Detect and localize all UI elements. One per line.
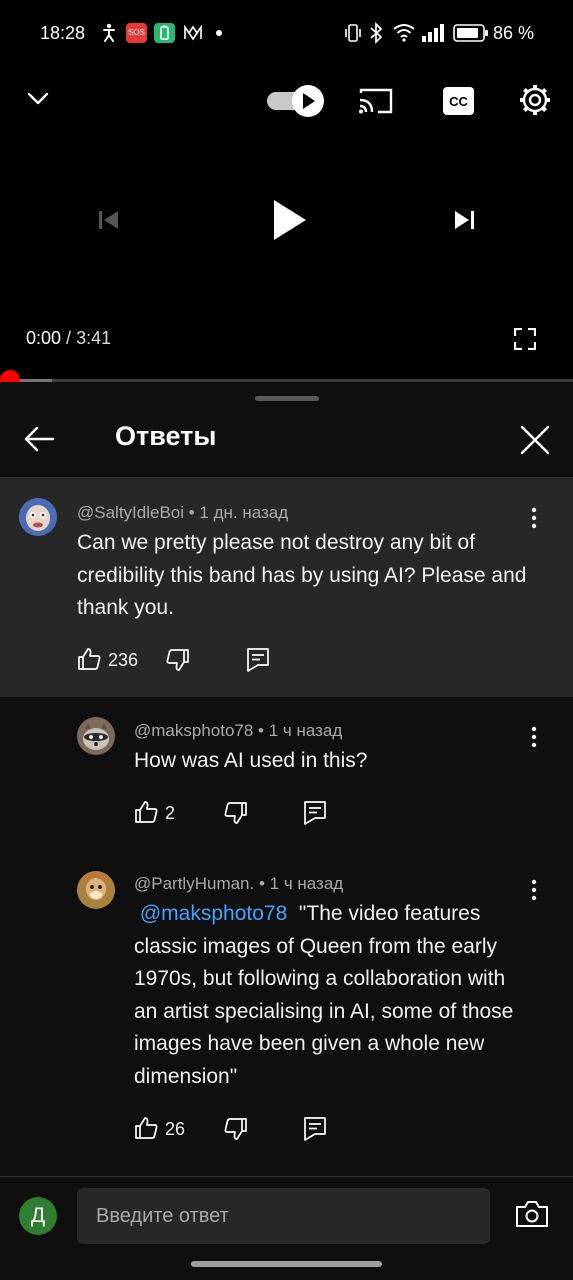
battery-icon xyxy=(453,24,489,42)
comment-author[interactable]: @SaltyIdleBoi xyxy=(77,503,184,522)
comment-text: Can we pretty please not destroy any bit… xyxy=(77,531,527,619)
time-separator: / xyxy=(61,328,77,348)
dot-icon xyxy=(216,30,222,36)
camera-icon[interactable] xyxy=(515,1200,549,1228)
comment-author-line: @maksphoto78 • 1 ч назад xyxy=(134,721,342,741)
back-arrow-icon[interactable] xyxy=(23,425,55,453)
signal-icon xyxy=(421,23,445,42)
comment-author[interactable]: @maksphoto78 xyxy=(134,721,253,740)
comment-body: "The video features classic images of Qu… xyxy=(134,902,514,1088)
vibrate-icon xyxy=(344,23,362,43)
accessibility-icon xyxy=(101,23,117,43)
battery-saver-icon xyxy=(154,23,175,43)
close-icon[interactable] xyxy=(520,425,550,455)
thumbs-down-icon[interactable] xyxy=(166,648,190,672)
duration: 3:41 xyxy=(76,328,112,348)
more-vert-icon[interactable] xyxy=(531,507,537,529)
reply-icon[interactable] xyxy=(304,801,326,825)
wifi-icon xyxy=(392,22,416,42)
panel-title: Ответы xyxy=(115,421,217,451)
replies-panel: Ответы @SaltyIdleBoi • 1 дн. назад Can w… xyxy=(0,382,573,1280)
reply-input[interactable]: Введите ответ xyxy=(77,1188,490,1244)
avatar[interactable] xyxy=(77,717,115,755)
like-count: 236 xyxy=(108,650,139,670)
fullscreen-icon[interactable] xyxy=(514,328,536,350)
drag-handle[interactable] xyxy=(255,396,319,401)
status-time: 18:28 xyxy=(40,23,86,43)
thumbs-down-icon[interactable] xyxy=(224,1117,248,1141)
captions-icon[interactable]: CC xyxy=(443,87,474,115)
previous-icon[interactable] xyxy=(98,209,120,231)
play-icon[interactable] xyxy=(268,196,310,244)
thumbs-up-icon[interactable] xyxy=(134,1116,158,1140)
bluetooth-icon xyxy=(369,22,383,44)
status-bar: 18:28 SOS 86 % xyxy=(0,0,573,66)
user-avatar[interactable]: Д xyxy=(19,1197,57,1235)
thumbs-up-icon[interactable] xyxy=(77,647,101,671)
next-icon[interactable] xyxy=(453,209,475,231)
reply-placeholder: Введите ответ xyxy=(96,1205,229,1227)
reply-bar-divider xyxy=(0,1176,573,1177)
reply-icon[interactable] xyxy=(247,648,269,672)
avatar[interactable] xyxy=(19,498,57,536)
reply-icon[interactable] xyxy=(304,1117,326,1141)
video-player[interactable]: CC 0:00 / 3:41 xyxy=(0,66,573,390)
avatar[interactable] xyxy=(77,871,115,909)
like-count: 26 xyxy=(165,1119,186,1139)
thumbs-up-icon[interactable] xyxy=(134,800,158,824)
comment-time: • 1 ч назад xyxy=(254,874,344,893)
mention-link[interactable]: @maksphoto78 xyxy=(140,902,287,925)
comment-text: @maksphoto78 "The video features classic… xyxy=(134,898,534,1093)
svg-text:CC: CC xyxy=(449,94,468,109)
comment-author-line: @SaltyIdleBoi • 1 дн. назад xyxy=(77,503,288,523)
gear-icon[interactable] xyxy=(518,83,552,117)
video-time: 0:00 / 3:41 xyxy=(26,328,111,349)
comment-author-line: @PartlyHuman. • 1 ч назад xyxy=(134,874,343,894)
network-icon xyxy=(183,24,203,42)
current-time: 0:00 xyxy=(26,328,62,348)
comment-time: • 1 ч назад xyxy=(253,721,343,740)
autoplay-toggle[interactable] xyxy=(267,84,327,118)
home-indicator[interactable] xyxy=(191,1261,382,1267)
battery-percent: 86 % xyxy=(493,23,535,43)
sos-icon: SOS xyxy=(126,23,147,43)
thumbs-down-icon[interactable] xyxy=(224,801,248,825)
comment-text: How was AI used in this? xyxy=(134,749,368,772)
like-count: 2 xyxy=(165,803,176,823)
chevron-down-icon[interactable] xyxy=(26,86,50,110)
comment-author[interactable]: @PartlyHuman. xyxy=(134,874,254,893)
cast-icon[interactable] xyxy=(358,86,394,116)
comment-time: • 1 дн. назад xyxy=(184,503,289,522)
